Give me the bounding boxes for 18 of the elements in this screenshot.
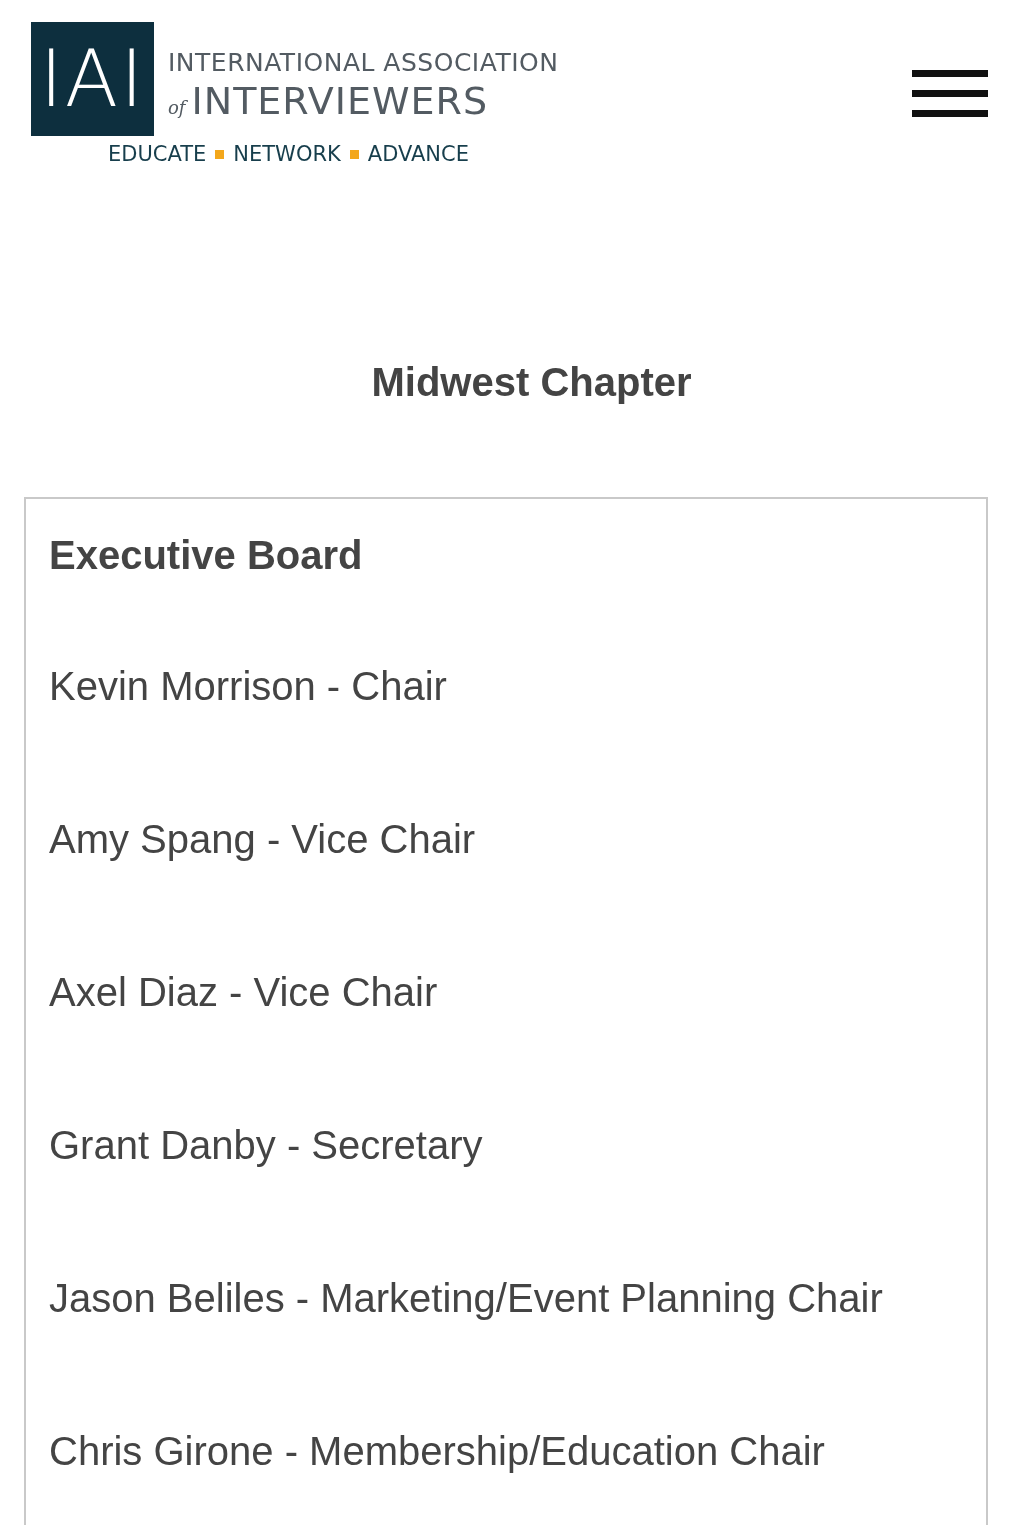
logo-text: INTERVIEWERS <box>191 79 488 123</box>
square-icon <box>215 149 225 159</box>
member-entry: Chris Girone - Membership/Education Chair <box>49 1428 826 1474</box>
member-entry: Axel Diaz - Vice Chair <box>49 969 439 1015</box>
page-title: Midwest Chapter <box>371 360 692 405</box>
tagline-word: NETWORK <box>233 142 341 166</box>
logo-text: INTERNATIONAL ASSOCIATION <box>168 48 559 77</box>
member-entry: Kevin Morrison - Chair <box>49 663 448 709</box>
logo-mark: IAI <box>31 22 154 136</box>
member-entry: Jason Beliles - Marketing/Event Planning Chair <box>49 1275 884 1321</box>
menu-icon[interactable] <box>912 70 988 117</box>
member-entry: Grant Danby - Secretary <box>49 1122 484 1168</box>
member-entry: Amy Spang - Vice Chair <box>49 816 477 862</box>
tagline-word: EDUCATE <box>108 142 207 166</box>
logo-text: of <box>168 97 186 118</box>
square-icon <box>349 149 359 159</box>
card-heading: Executive Board <box>49 533 363 577</box>
tagline-word: ADVANCE <box>367 142 469 166</box>
